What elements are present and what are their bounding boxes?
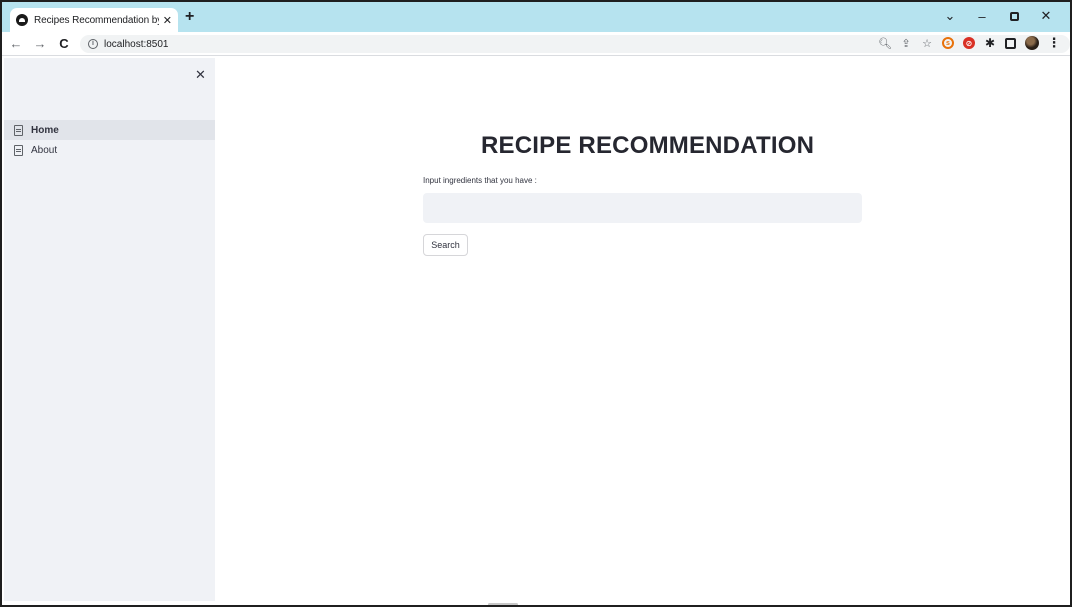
- menu-icon[interactable]: ⋮: [1048, 35, 1061, 50]
- streamlit-favicon-icon: [16, 14, 28, 26]
- search-button[interactable]: Search: [423, 234, 468, 256]
- star-icon[interactable]: ☆: [921, 37, 933, 50]
- forward-button[interactable]: →: [30, 36, 50, 51]
- browser-toolbar: ← → C i localhost:8501 🔍︎ ⇪ ☆ s ⊘ ✱ ⋮: [2, 32, 1070, 56]
- page-icon: [14, 124, 23, 136]
- maximize-button[interactable]: [998, 9, 1030, 24]
- side-panel-icon[interactable]: [1005, 37, 1016, 49]
- close-window-button[interactable]: ✕: [1030, 8, 1062, 24]
- sidebar-item-label: Home: [31, 124, 59, 136]
- sidebar-item-home[interactable]: Home: [4, 120, 215, 140]
- tab-search-chevron-icon[interactable]: ⌄: [934, 8, 966, 24]
- maximize-icon: [1009, 11, 1019, 21]
- tab-close-icon[interactable]: ✕: [163, 14, 172, 27]
- tab-recipes[interactable]: Recipes Recommendation by Epi ✕: [10, 8, 178, 32]
- url-text: localhost:8501: [104, 38, 169, 50]
- new-tab-button[interactable]: +: [185, 9, 194, 25]
- share-icon[interactable]: ⇪: [900, 37, 912, 50]
- page-icon: [14, 144, 23, 156]
- resize-handle[interactable]: [488, 603, 518, 605]
- sidebar-item-about[interactable]: About: [4, 140, 215, 160]
- main-content: RECIPE RECOMMENDATION Input ingredients …: [215, 58, 1070, 605]
- zoom-icon[interactable]: 🔍︎: [878, 37, 892, 50]
- ingredients-input[interactable]: [423, 193, 862, 223]
- page-title: RECIPE RECOMMENDATION: [481, 132, 815, 159]
- profile-avatar[interactable]: [1025, 36, 1039, 50]
- window-controls: ⌄ – ✕: [934, 8, 1062, 24]
- browser-window: Recipes Recommendation by Epi ✕ + ⌄ – ✕ …: [0, 0, 1072, 607]
- site-info-icon[interactable]: i: [88, 39, 98, 49]
- extension-red-icon[interactable]: ⊘: [963, 37, 975, 49]
- puzzle-icon[interactable]: ✱: [984, 36, 996, 50]
- sidebar-close-icon[interactable]: ✕: [195, 67, 206, 83]
- reload-button[interactable]: C: [54, 36, 74, 51]
- sidebar-item-label: About: [31, 144, 58, 156]
- extension-orange-icon[interactable]: s: [942, 37, 954, 49]
- tab-strip: Recipes Recommendation by Epi ✕ + ⌄ – ✕: [2, 2, 1070, 32]
- sidebar: ✕ Home About: [4, 58, 215, 601]
- minimize-button[interactable]: –: [966, 9, 998, 24]
- back-button[interactable]: ←: [6, 36, 26, 51]
- ingredients-label: Input ingredients that you have :: [423, 176, 537, 185]
- toolbar-actions: 🔍︎ ⇪ ☆ s ⊘ ✱ ⋮: [878, 35, 1061, 50]
- tab-title: Recipes Recommendation by Epi: [34, 14, 159, 26]
